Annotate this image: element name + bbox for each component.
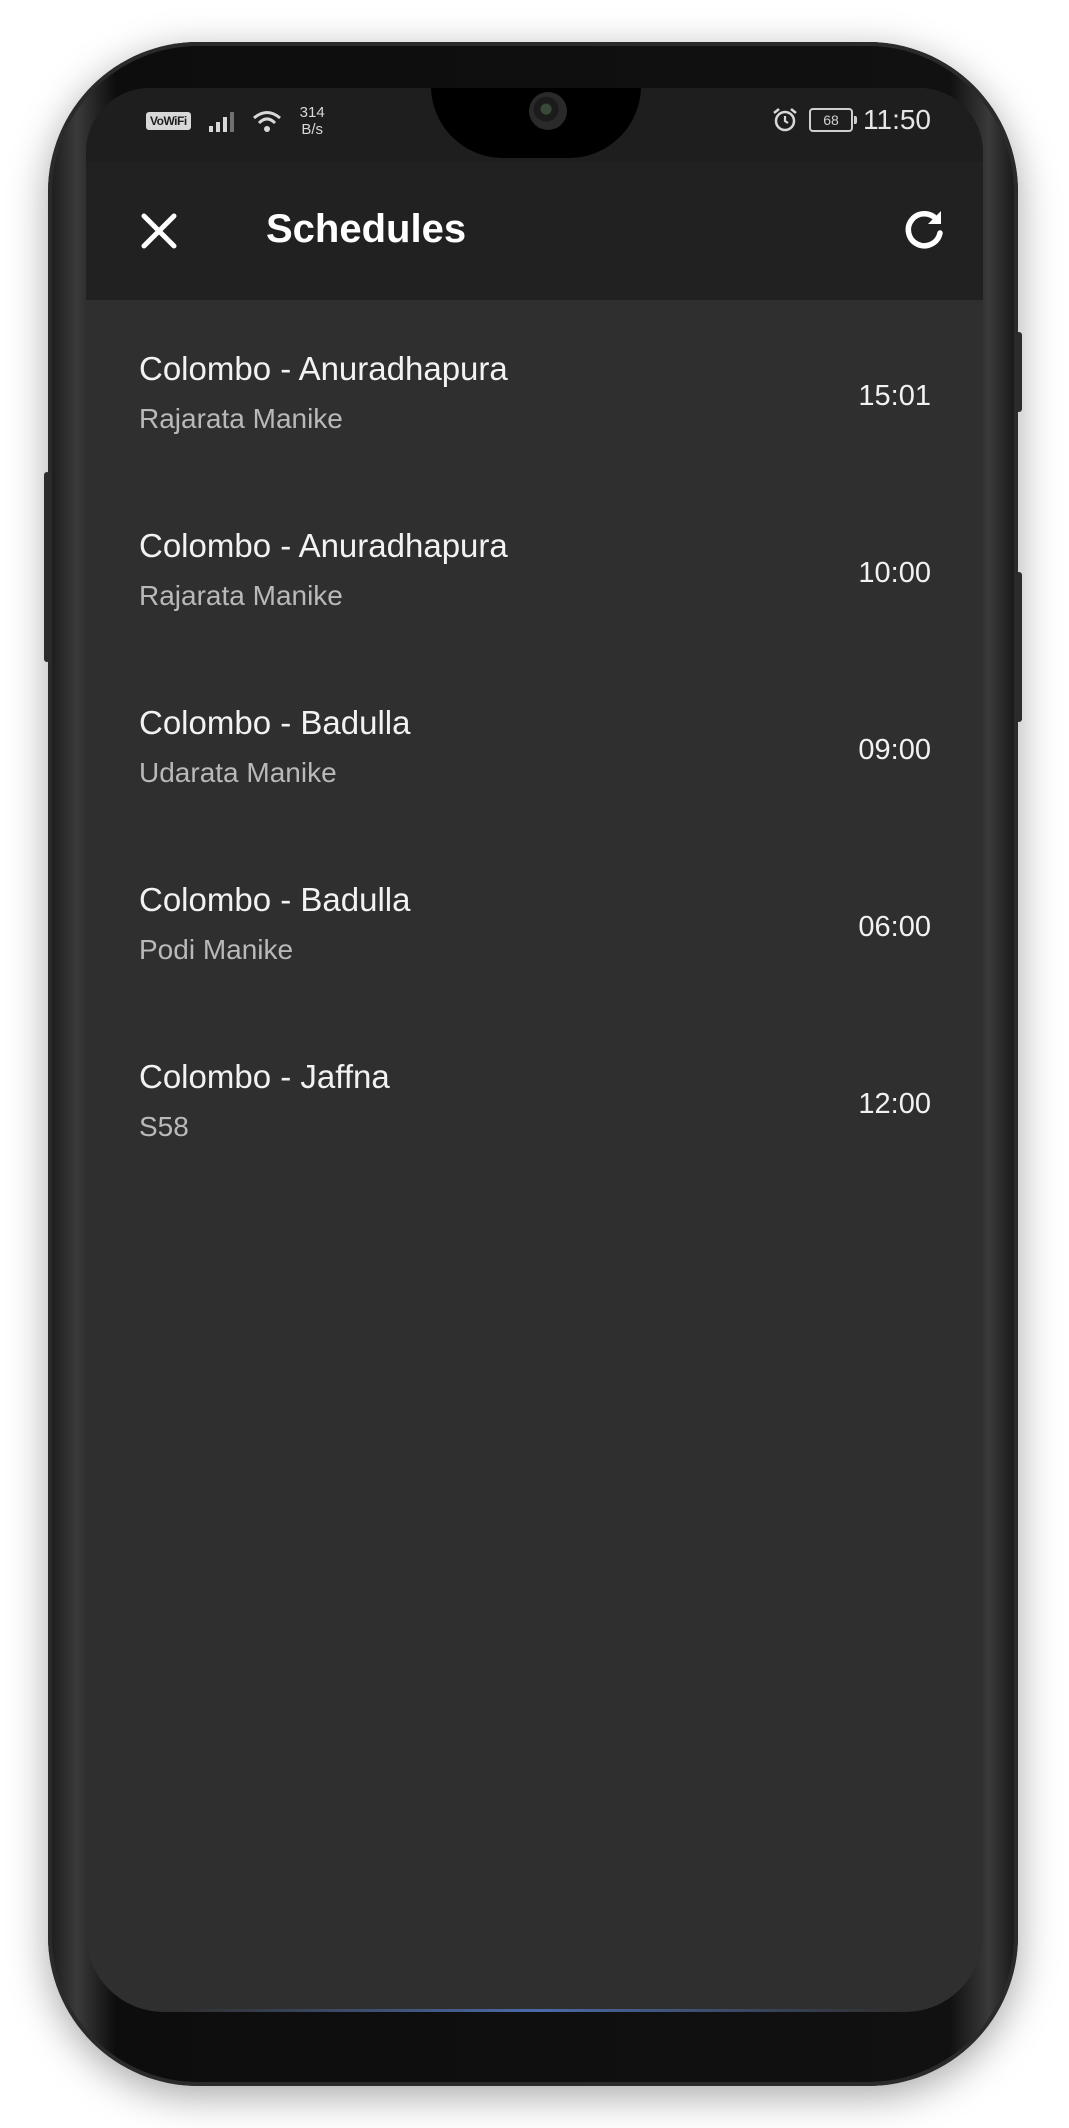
train-name: Udarata Manike (139, 757, 337, 788)
route-name: Colombo - Anuradhapura (139, 350, 508, 387)
status-clock: 11:50 (863, 104, 931, 135)
route-name: Colombo - Badulla (139, 704, 411, 741)
network-speed-value: 314 (299, 104, 325, 121)
departure-time: 10:00 (858, 557, 931, 589)
schedule-row[interactable]: Colombo - Anuradhapura Rajarata Manike 1… (86, 477, 983, 654)
network-speed-unit: B/s (301, 121, 324, 138)
departure-time: 15:01 (858, 380, 931, 412)
train-name: Podi Manike (139, 934, 294, 965)
front-camera (529, 92, 567, 130)
battery-icon: 68 (809, 108, 857, 132)
vowifi-badge: VoWiFi (146, 112, 191, 130)
alarm-icon (773, 108, 797, 132)
volume-button (44, 472, 50, 662)
schedule-row[interactable]: Colombo - Badulla Udarata Manike 09:00 (86, 654, 983, 831)
train-name: Rajarata Manike (139, 580, 343, 611)
screen: VoWiFi 314 B/s 68 11:50 Schedules Colomb… (86, 88, 983, 2012)
schedule-row[interactable]: Colombo - Badulla Podi Manike 06:00 (86, 831, 983, 1008)
app-bar: Schedules (86, 162, 983, 300)
status-bar: VoWiFi 314 B/s 68 11:50 (86, 88, 983, 162)
departure-time: 12:00 (858, 1088, 931, 1120)
route-name: Colombo - Jaffna (139, 1058, 390, 1095)
route-name: Colombo - Badulla (139, 881, 411, 918)
train-name: S58 (139, 1111, 189, 1142)
page-title: Schedules (266, 207, 467, 251)
schedule-row[interactable]: Colombo - Anuradhapura Rajarata Manike 1… (86, 300, 983, 477)
close-button[interactable] (136, 208, 182, 254)
side-button (1016, 572, 1022, 722)
navigation-bar-line (176, 2009, 896, 2012)
power-button (1016, 332, 1022, 412)
status-right: 68 11:50 (771, 104, 931, 136)
refresh-button[interactable] (899, 206, 949, 256)
schedule-row[interactable]: Colombo - Jaffna S58 12:00 (86, 1008, 983, 1185)
signal-icon (208, 110, 234, 132)
wifi-icon (252, 111, 281, 132)
network-speed: 314 B/s (300, 104, 325, 138)
refresh-icon (905, 211, 943, 249)
departure-time: 06:00 (858, 911, 931, 943)
close-icon (141, 213, 177, 249)
schedule-list: Colombo - Anuradhapura Rajarata Manike 1… (86, 300, 983, 1185)
departure-time: 09:00 (858, 734, 931, 766)
train-name: Rajarata Manike (139, 403, 343, 434)
status-left: VoWiFi 314 B/s (146, 104, 325, 138)
route-name: Colombo - Anuradhapura (139, 527, 508, 564)
